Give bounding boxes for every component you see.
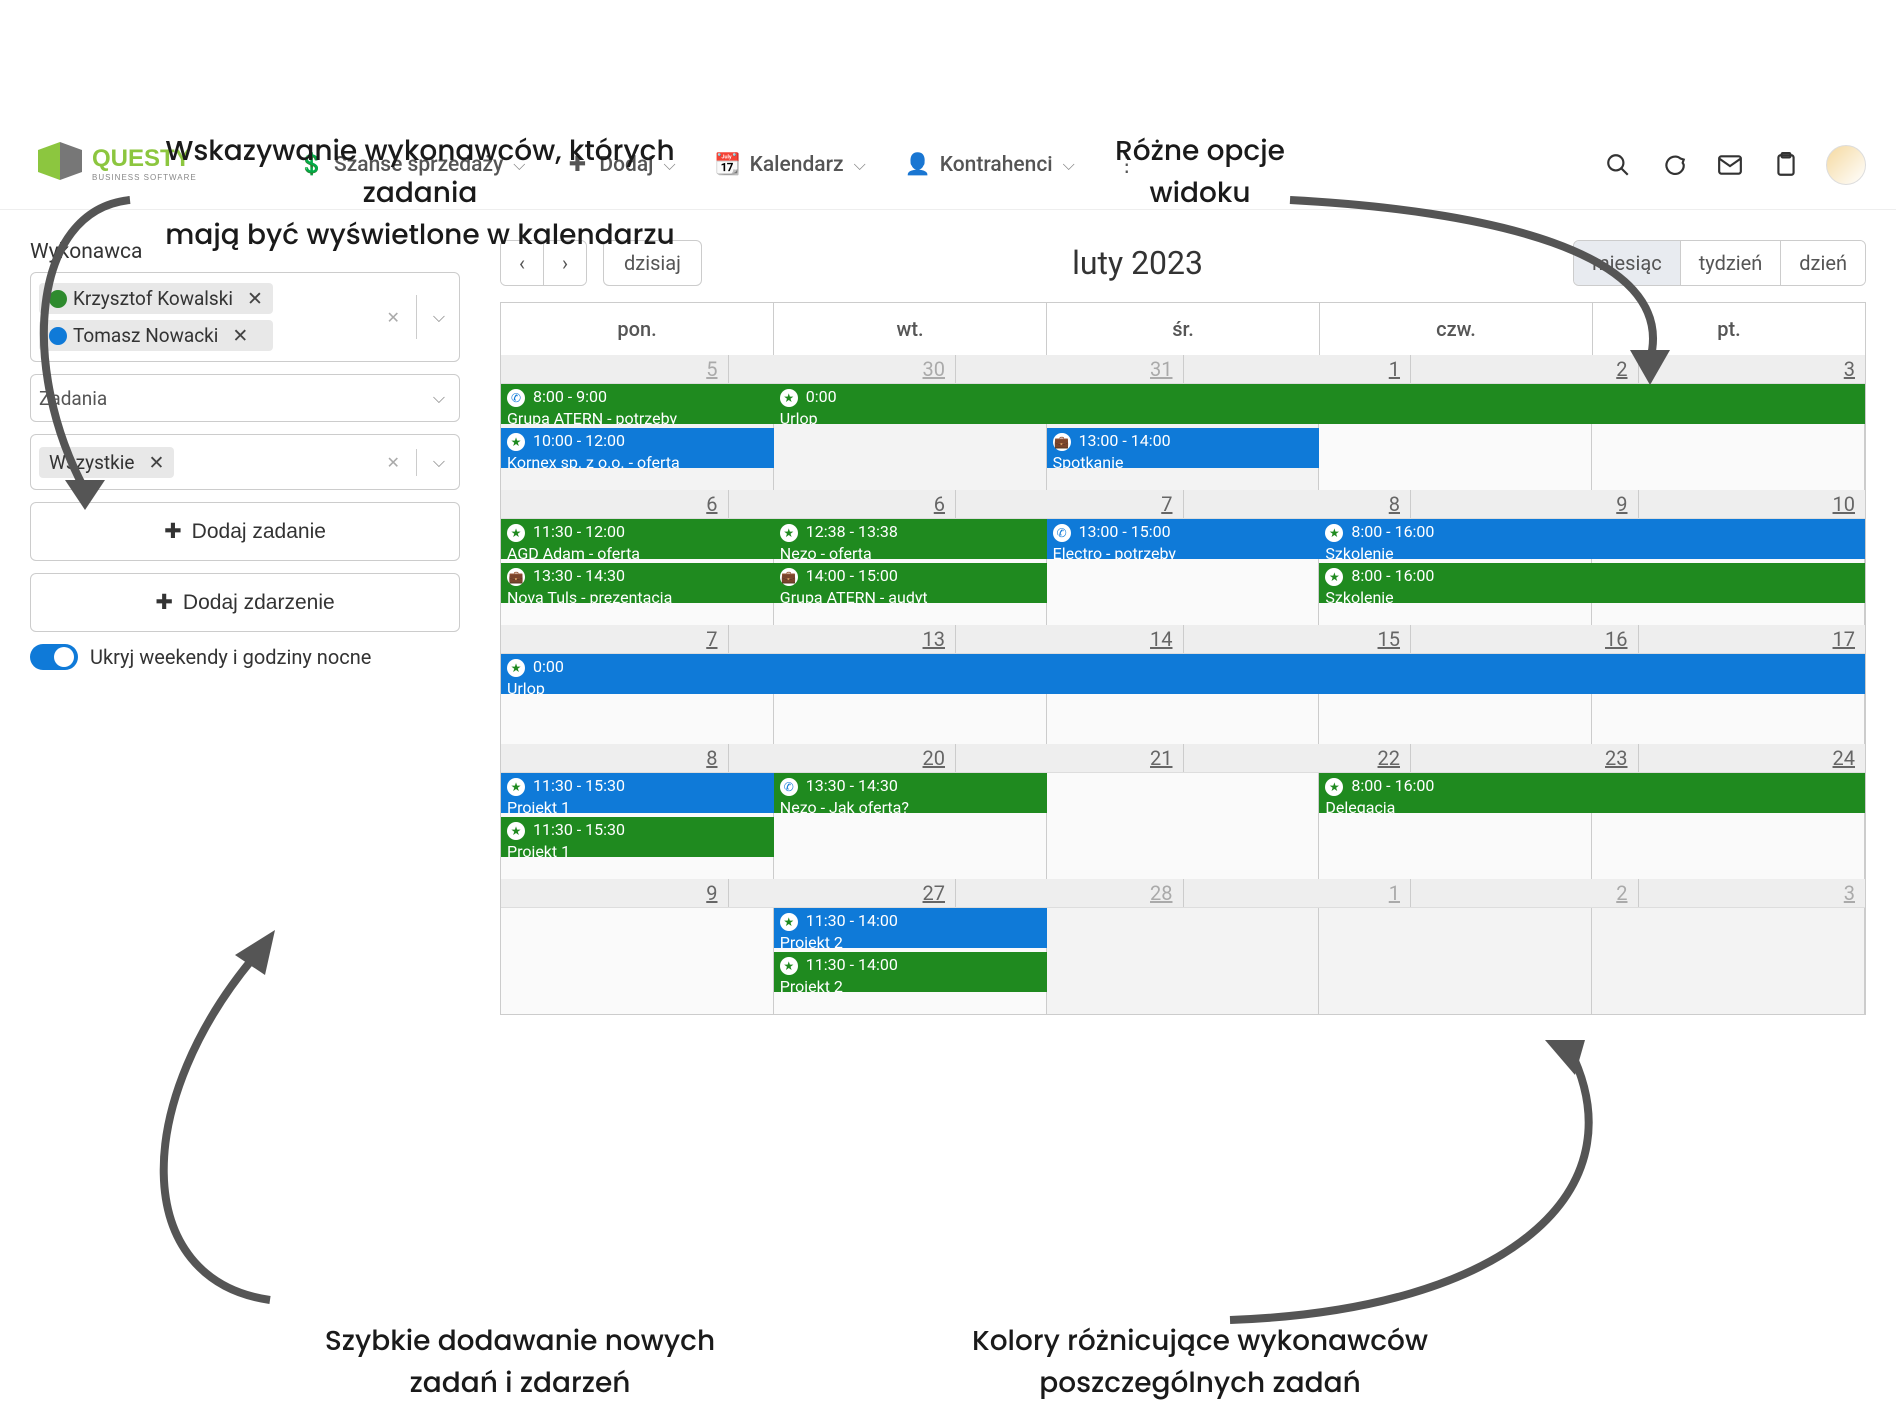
star-icon: ★ (1325, 524, 1343, 542)
calendar-event[interactable]: ★ 0:00Urlop (501, 654, 1865, 694)
star-icon: ★ (1325, 778, 1343, 796)
user-avatar[interactable] (1826, 145, 1866, 185)
calendar-event[interactable]: ★ 11:30 - 12:00AGD Adam - oferta (501, 519, 774, 559)
date-cell[interactable]: 24 (1639, 744, 1866, 772)
filter-open[interactable]: ⌵ (427, 446, 451, 478)
day-header: wt. (774, 303, 1047, 355)
date-cell[interactable]: 14 (956, 625, 1184, 653)
view-day[interactable]: dzień (1780, 241, 1865, 285)
filter-all-remove[interactable]: ✕ (148, 451, 164, 474)
calendar-event[interactable]: ★ 10:00 - 12:00Kornex sp. z o.o. - ofert… (501, 428, 774, 468)
calendar-event[interactable]: ✆ 13:00 - 15:00Electro - potrzeby (1047, 519, 1320, 559)
date-cell[interactable]: 21 (956, 744, 1184, 772)
date-cell[interactable]: 6 (501, 490, 729, 518)
date-cell[interactable]: 8 (501, 744, 729, 772)
star-icon: ★ (1325, 568, 1343, 586)
date-cell[interactable]: 6 (729, 490, 957, 518)
hide-weekends-label: Ukryj weekendy i godziny nocne (90, 645, 371, 669)
date-cell[interactable]: 8 (1184, 490, 1412, 518)
star-icon: ★ (507, 822, 525, 840)
calendar-event[interactable]: ★ 11:30 - 14:00Projekt 2 (774, 952, 1047, 992)
star-icon: ★ (780, 524, 798, 542)
phone-icon: ✆ (507, 389, 525, 407)
annotation-bottom-right: Kolory różnicujące wykonawców poszczegól… (900, 1320, 1500, 1404)
annotation-top-left: Wskazywanie wykonawców, których zadania … (120, 130, 720, 256)
annotation-top-right: Różne opcje widoku (1050, 130, 1350, 214)
search-icon[interactable] (1602, 149, 1634, 181)
performer-1-remove[interactable]: ✕ (232, 324, 248, 347)
performer-0-remove[interactable]: ✕ (247, 287, 263, 310)
brief-icon: 💼 (507, 568, 525, 586)
date-cell[interactable]: 27 (729, 879, 957, 907)
performer-clear[interactable]: ✕ (380, 302, 405, 333)
date-cell[interactable]: 15 (1184, 625, 1412, 653)
star-icon: ★ (507, 778, 525, 796)
date-cell[interactable]: 20 (729, 744, 957, 772)
brief-icon: 💼 (780, 568, 798, 586)
arrow-bottom-right (1210, 1030, 1670, 1350)
star-icon: ★ (507, 433, 525, 451)
date-cell[interactable]: 28 (956, 879, 1184, 907)
plus-icon: ✚ (164, 519, 182, 544)
date-cell[interactable]: 9 (501, 879, 729, 907)
calendar-event[interactable]: 💼 14:00 - 15:00Grupa ATERN - audyt (774, 563, 1047, 603)
calendar-event[interactable]: ★ 11:30 - 14:00Projekt 2 (774, 908, 1047, 948)
star-icon: ★ (507, 659, 525, 677)
arrow-bottom-left (70, 920, 330, 1340)
calendar-event[interactable]: ★ 11:30 - 15:30Projekt 1 (501, 773, 774, 813)
brief-icon: 💼 (1053, 433, 1071, 451)
date-cell[interactable]: 7 (956, 490, 1184, 518)
task-type-open[interactable]: ⌵ (427, 382, 451, 414)
mail-icon[interactable] (1714, 149, 1746, 181)
arrow-top-right (1280, 190, 1700, 410)
calendar-event[interactable]: 💼 13:30 - 14:30Nova Tuls - prezentacja (501, 563, 774, 603)
performer-open[interactable]: ⌵ (427, 301, 451, 333)
nav-kalendarz[interactable]: 📆 Kalendarz ⌵ (716, 153, 866, 177)
date-cell[interactable]: 17 (1639, 625, 1866, 653)
date-cell[interactable]: 5 (501, 355, 729, 383)
phone-icon: ✆ (780, 778, 798, 796)
date-cell[interactable]: 3 (1639, 879, 1866, 907)
add-event-button[interactable]: ✚ Dodaj zdarzenie (30, 573, 460, 632)
calendar-event[interactable]: ★ 8:00 - 16:00Szkolenie (1319, 519, 1865, 559)
date-cell[interactable]: 1 (1184, 879, 1412, 907)
person-icon: 👤 (906, 153, 930, 177)
hide-weekends-toggle[interactable] (30, 644, 78, 670)
calendar-event[interactable]: ★ 11:30 - 15:30Projekt 1 (501, 817, 774, 857)
annotation-bottom-left: Szybkie dodawanie nowych zadań i zdarzeń (220, 1320, 820, 1404)
date-cell[interactable]: 13 (729, 625, 957, 653)
star-icon: ★ (780, 389, 798, 407)
calendar-event[interactable]: 💼 13:00 - 14:00Spotkanie (1047, 428, 1320, 468)
star-icon: ★ (780, 957, 798, 975)
date-cell[interactable]: 23 (1411, 744, 1639, 772)
date-cell[interactable]: 30 (729, 355, 957, 383)
chevron-down-icon: ⌵ (854, 155, 866, 175)
calendar-event[interactable]: ★ 12:38 - 13:38Nezo - oferta (774, 519, 1047, 559)
star-icon: ★ (780, 913, 798, 931)
date-cell[interactable]: 16 (1411, 625, 1639, 653)
plus-icon: ✚ (155, 590, 173, 615)
calendar-event[interactable]: ★ 8:00 - 16:00Delegacja (1319, 773, 1865, 813)
date-cell[interactable]: 7 (501, 625, 729, 653)
phone-icon: ✆ (1053, 524, 1071, 542)
date-cell[interactable]: 9 (1411, 490, 1639, 518)
day-header: pon. (501, 303, 774, 355)
date-cell[interactable]: 31 (956, 355, 1184, 383)
date-cell[interactable]: 2 (1411, 879, 1639, 907)
filter-clear[interactable]: ✕ (380, 447, 405, 478)
clipboard-icon[interactable] (1770, 149, 1802, 181)
calendar-event[interactable]: ★ 8:00 - 16:00Szkolenie (1319, 563, 1865, 603)
date-cell[interactable]: 22 (1184, 744, 1412, 772)
calendar-event[interactable]: ✆ 13:30 - 14:30Nezo - Jak oferta? (774, 773, 1047, 813)
star-icon: ★ (507, 524, 525, 542)
chat-icon[interactable] (1658, 149, 1690, 181)
date-cell[interactable]: 10 (1639, 490, 1866, 518)
calendar-event[interactable]: ✆ 8:00 - 9:00Grupa ATERN - potrzeby (501, 384, 774, 424)
